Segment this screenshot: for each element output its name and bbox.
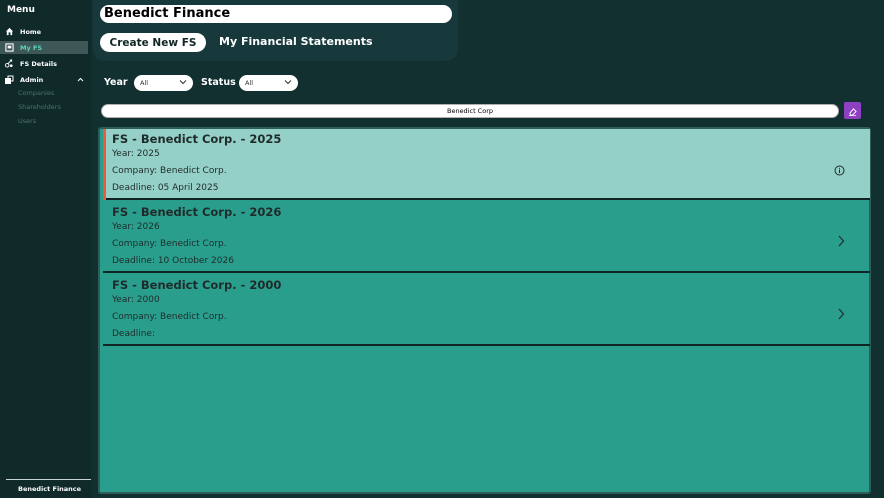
clear-search-button[interactable] (844, 102, 861, 119)
list-item[interactable]: FS - Benedict Corp. - 2000 Year: 2000 Co… (103, 275, 870, 346)
status-select-value: All (245, 79, 254, 87)
statement-year: Year: 2000 (112, 295, 160, 305)
page-title: My Financial Statements (219, 35, 373, 48)
chevron-right-icon[interactable] (837, 305, 845, 324)
list-item[interactable]: FS - Benedict Corp. - 2025 Year: 2025 Co… (103, 129, 870, 200)
home-icon (3, 27, 15, 36)
year-select-value: All (140, 79, 149, 87)
statements-list: FS - Benedict Corp. - 2025 Year: 2025 Co… (98, 127, 871, 494)
sidebar-subitem-companies[interactable]: Companies (18, 89, 54, 97)
search-input[interactable] (101, 104, 839, 118)
chevron-right-icon[interactable] (837, 232, 845, 251)
sidebar-item-label: My FS (20, 43, 43, 52)
document-icon (3, 43, 15, 52)
info-icon[interactable] (834, 161, 845, 180)
menu-title: Menu (7, 5, 35, 15)
list-item[interactable]: FS - Benedict Corp. - 2026 Year: 2026 Co… (103, 202, 870, 273)
chevron-down-icon (284, 79, 292, 87)
statement-company: Company: Benedict Corp. (112, 166, 227, 176)
statement-year: Year: 2026 (112, 222, 160, 232)
selection-marker (103, 129, 106, 200)
chevron-up-icon[interactable] (77, 76, 84, 84)
sidebar-footer: Benedict Finance (18, 485, 82, 493)
statement-deadline: Deadline: 05 April 2025 (112, 183, 219, 193)
chevron-down-icon (179, 79, 187, 87)
statement-deadline: Deadline: (112, 329, 155, 339)
status-select[interactable]: All (239, 75, 298, 91)
sidebar-item-label: Admin (20, 75, 44, 84)
statement-year: Year: 2025 (112, 149, 160, 159)
details-icon (3, 59, 15, 68)
sidebar-item-label: FS Details (20, 59, 58, 68)
sidebar-item-my-fs[interactable]: My FS (0, 41, 88, 54)
eraser-icon (848, 101, 857, 120)
header-card: Create New FS My Financial Statements (93, 0, 458, 61)
sidebar-item-label: Home (20, 27, 42, 36)
sidebar-subitem-users[interactable]: Users (18, 117, 36, 125)
admin-icon (3, 75, 15, 85)
sidebar-item-admin[interactable]: Admin (0, 73, 88, 86)
sidebar: Menu Home My FS FS Details Admin Compani… (0, 0, 91, 498)
statement-deadline: Deadline: 10 October 2026 (112, 256, 234, 266)
statement-title: FS - Benedict Corp. - 2025 (112, 132, 282, 146)
statement-company: Company: Benedict Corp. (112, 239, 227, 249)
statement-title: FS - Benedict Corp. - 2026 (112, 205, 282, 219)
statement-company: Company: Benedict Corp. (112, 312, 227, 322)
sidebar-item-home[interactable]: Home (0, 25, 88, 38)
statement-title: FS - Benedict Corp. - 2000 (112, 278, 282, 292)
year-filter-label: Year (104, 77, 128, 88)
sidebar-subitem-shareholders[interactable]: Shareholders (18, 103, 61, 111)
sidebar-item-fs-details[interactable]: FS Details (0, 57, 88, 70)
divider (6, 479, 91, 480)
app-title-field[interactable] (100, 5, 452, 23)
year-select[interactable]: All (134, 75, 193, 91)
create-new-fs-button[interactable]: Create New FS (100, 33, 206, 52)
status-filter-label: Status (201, 77, 236, 88)
